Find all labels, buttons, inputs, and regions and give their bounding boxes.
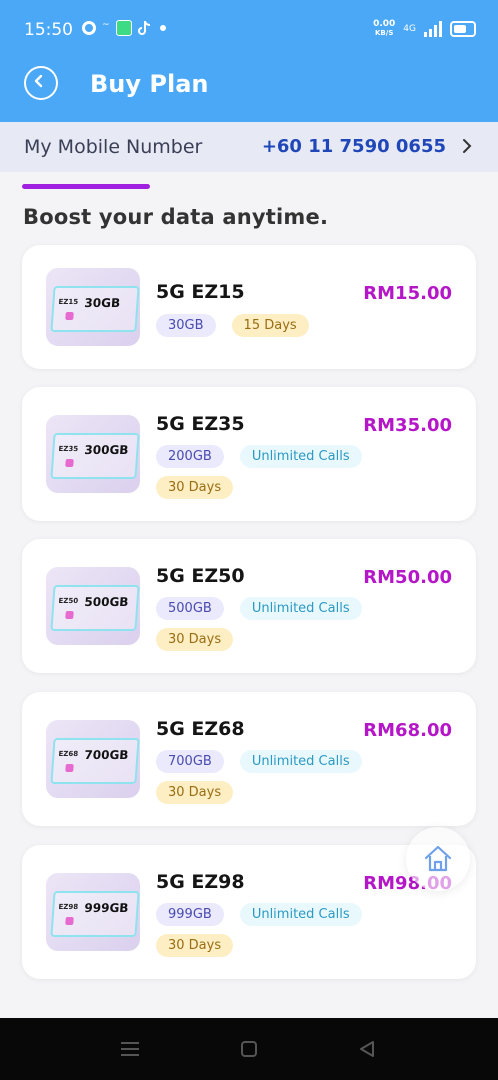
back-arrow-icon xyxy=(34,74,43,88)
plan-thumbnail: EZ35 300GB xyxy=(46,415,140,493)
plan-thumbnail: EZ50 500GB xyxy=(46,567,140,645)
signal-icon xyxy=(424,21,442,37)
sim-chip-icon xyxy=(65,459,74,467)
tag-data: 30GB xyxy=(156,314,216,337)
sim-card-graphic: EZ35 300GB xyxy=(50,433,140,479)
plan-card[interactable]: EZ68 700GB 5G EZ68 RM68.00 700GB Unlimit… xyxy=(22,692,476,826)
notification-icons: ~ xyxy=(82,20,166,36)
sim-code: EZ50 xyxy=(58,597,79,605)
tag-calls: Unlimited Calls xyxy=(239,597,362,620)
sim-code: EZ15 xyxy=(58,298,79,306)
network-speed: 0.00 KB/S xyxy=(373,20,395,38)
sim-chip-icon xyxy=(65,312,74,320)
plan-price: RM68.00 xyxy=(363,720,452,741)
settings-icon xyxy=(82,21,96,35)
plan-price: RM15.00 xyxy=(363,283,452,304)
tag-days: 30 Days xyxy=(156,934,234,957)
chevron-right-icon[interactable] xyxy=(462,138,472,154)
plan-thumbnail: EZ68 700GB xyxy=(46,720,140,798)
plan-card[interactable]: EZ15 30GB 5G EZ15 RM15.00 30GB 15 Days xyxy=(22,245,476,369)
tab-indicator xyxy=(22,184,150,189)
more-notifications-icon xyxy=(159,25,166,31)
sim-chip-icon xyxy=(65,764,74,772)
battery-icon xyxy=(450,21,476,37)
home-nav-icon[interactable] xyxy=(240,1040,258,1058)
tiktok-icon xyxy=(137,20,154,36)
plan-tags: 999GB Unlimited Calls 30 Days xyxy=(156,903,370,957)
sim-code: EZ98 xyxy=(58,903,79,911)
tag-data: 700GB xyxy=(156,750,224,773)
tag-data: 500GB xyxy=(156,597,224,620)
home-button[interactable] xyxy=(406,827,470,891)
sim-card-graphic: EZ15 30GB xyxy=(50,286,140,332)
network-type: 4G xyxy=(403,24,416,34)
app-notification-icon: ~ xyxy=(102,20,110,30)
plan-name: 5G EZ98 xyxy=(156,871,245,893)
section-heading: Boost your data anytime. xyxy=(23,205,329,229)
plan-thumbnail: EZ15 30GB xyxy=(46,268,140,346)
tag-days: 15 Days xyxy=(231,314,309,337)
home-icon xyxy=(424,845,452,872)
status-bar: 15:50 ~ 0.00 KB/S 4G xyxy=(0,0,498,60)
mobile-number-label: My Mobile Number xyxy=(24,136,203,158)
tag-calls: Unlimited Calls xyxy=(239,445,362,468)
sim-card-graphic: EZ68 700GB xyxy=(50,738,140,784)
page-title: Buy Plan xyxy=(90,70,209,98)
sim-chip-icon xyxy=(65,611,74,619)
speed-value: 0.00 xyxy=(373,19,396,29)
tag-calls: Unlimited Calls xyxy=(239,750,362,773)
sim-code: EZ68 xyxy=(58,750,79,758)
plan-tags: 500GB Unlimited Calls 30 Days xyxy=(156,597,370,651)
tag-calls: Unlimited Calls xyxy=(239,903,362,926)
back-button[interactable] xyxy=(24,66,58,100)
sim-card-graphic: EZ50 500GB xyxy=(50,585,140,631)
sim-data: 30GB xyxy=(83,296,121,310)
mobile-number-row[interactable]: My Mobile Number +60 11 7590 0655 xyxy=(0,122,498,172)
plan-name: 5G EZ68 xyxy=(156,718,245,740)
plan-price: RM50.00 xyxy=(363,567,452,588)
back-nav-icon[interactable] xyxy=(358,1040,376,1058)
sim-data: 300GB xyxy=(83,443,129,457)
tag-data: 999GB xyxy=(156,903,224,926)
status-time: 15:50 xyxy=(24,20,73,40)
plan-tags: 700GB Unlimited Calls 30 Days xyxy=(156,750,370,804)
sim-data: 700GB xyxy=(83,748,129,762)
sim-code: EZ35 xyxy=(58,445,79,453)
plan-card[interactable]: EZ35 300GB 5G EZ35 RM35.00 200GB Unlimit… xyxy=(22,387,476,521)
plan-tags: 200GB Unlimited Calls 30 Days xyxy=(156,445,370,499)
app-bar: Buy Plan xyxy=(0,60,498,122)
status-right: 0.00 KB/S 4G xyxy=(373,20,476,38)
plan-name: 5G EZ15 xyxy=(156,281,245,303)
plan-name: 5G EZ50 xyxy=(156,565,245,587)
tag-days: 30 Days xyxy=(156,628,234,651)
sim-card-graphic: EZ98 999GB xyxy=(50,891,140,937)
sim-chip-icon xyxy=(65,917,74,925)
tag-data: 200GB xyxy=(156,445,224,468)
tag-days: 30 Days xyxy=(156,781,234,804)
plan-name: 5G EZ35 xyxy=(156,413,245,435)
mobile-number-value: +60 11 7590 0655 xyxy=(261,136,446,157)
tag-days: 30 Days xyxy=(156,476,234,499)
sim-data: 999GB xyxy=(83,901,129,915)
plan-tags: 30GB 15 Days xyxy=(156,314,370,337)
sim-data: 500GB xyxy=(83,595,129,609)
system-nav-bar xyxy=(0,1018,498,1080)
plan-thumbnail: EZ98 999GB xyxy=(46,873,140,951)
plan-price: RM35.00 xyxy=(363,415,452,436)
plan-card[interactable]: EZ50 500GB 5G EZ50 RM50.00 500GB Unlimit… xyxy=(22,539,476,673)
speed-unit: KB/S xyxy=(375,29,394,37)
recent-apps-icon[interactable] xyxy=(120,1040,140,1058)
app-green-icon xyxy=(115,20,132,36)
